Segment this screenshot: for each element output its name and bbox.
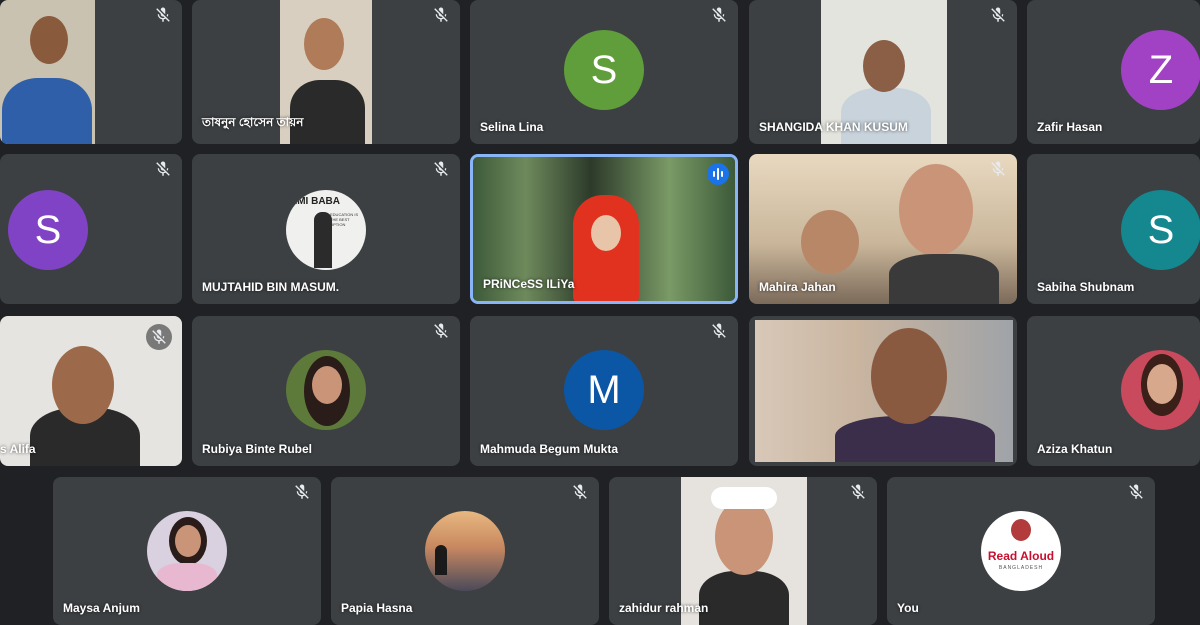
participant-tile[interactable]: Mahira Jahan <box>749 154 1017 304</box>
participant-name: তাষনুন হোসেন তায়ন <box>202 115 304 129</box>
participant-figure <box>711 487 777 509</box>
profile-photo <box>286 350 366 430</box>
participant-figure <box>899 164 973 256</box>
avatar: Z <box>1121 30 1200 110</box>
participant-tile[interactable]: Z Zafir Hasan <box>1027 0 1200 144</box>
participant-tile[interactable]: S Selina Lina <box>470 0 738 144</box>
participant-figure <box>52 346 114 424</box>
participant-figure <box>290 80 365 144</box>
participant-figure <box>841 88 931 144</box>
participant-name: Rubiya Binte Rubel <box>202 442 313 456</box>
mic-off-icon <box>1129 484 1143 499</box>
participant-name: Papia Hasna <box>341 601 413 615</box>
participant-figure <box>312 366 342 404</box>
participant-figure <box>715 499 773 575</box>
participant-tile[interactable]: S <box>0 154 182 304</box>
mic-off-icon <box>156 7 170 22</box>
participant-figure <box>699 571 789 625</box>
logo-subtext: BANGLADESH <box>998 565 1044 571</box>
mic-off-icon <box>991 161 1005 176</box>
participant-figure <box>435 545 447 575</box>
avatar: M <box>564 350 644 430</box>
participant-tile[interactable]: Rubiya Binte Rubel <box>192 316 460 466</box>
participant-tile[interactable]: তাষনুন হোসেন তায়ন <box>192 0 460 144</box>
profile-photo: AMI BABA EDUCATION IS THE BEST OPTION <box>286 190 366 270</box>
avatar: S <box>8 190 88 270</box>
mic-off-icon <box>156 161 170 176</box>
mic-off-icon <box>434 323 448 338</box>
participant-tile[interactable]: SHANGIDA KHAN KUSUM <box>749 0 1017 144</box>
participant-name: SHANGIDA KHAN KUSUM <box>759 120 908 134</box>
participant-figure <box>889 254 999 304</box>
participant-tile[interactable]: s Alifa <box>0 316 182 466</box>
participant-video <box>0 0 95 144</box>
participant-name: Maysa Anjum <box>63 601 140 615</box>
participant-tile-self[interactable]: Read Aloud BANGLADESH You <box>887 477 1155 625</box>
audio-level-icon <box>707 163 729 185</box>
participant-name: zahidur rahman <box>619 601 709 615</box>
participant-tile[interactable]: zahidur rahman <box>609 477 877 625</box>
mic-off-icon <box>434 7 448 22</box>
mic-off-icon <box>146 324 172 350</box>
participant-video <box>755 320 1013 462</box>
avatar: S <box>1121 190 1200 270</box>
mic-off-icon <box>712 323 726 338</box>
participant-figure <box>1147 364 1177 404</box>
logo-text: Read Aloud <box>987 549 1055 563</box>
participant-name: PRiNCeSS ILiYa <box>483 277 575 291</box>
participant-figure <box>314 212 332 268</box>
participant-figure <box>591 215 621 251</box>
mic-off-icon <box>991 7 1005 22</box>
mic-off-icon <box>851 484 865 499</box>
participant-tile[interactable]: Papia Hasna <box>331 477 599 625</box>
participant-figure <box>2 78 92 144</box>
participant-name: s Alifa <box>0 442 36 456</box>
participant-figure <box>157 563 217 591</box>
profile-photo <box>425 511 505 591</box>
participant-figure <box>175 525 201 557</box>
participant-tile[interactable] <box>0 0 182 144</box>
read-aloud-logo: Read Aloud BANGLADESH <box>981 511 1061 591</box>
participant-tile[interactable] <box>749 316 1017 466</box>
participant-figure <box>871 328 947 424</box>
participant-figure <box>801 210 859 274</box>
profile-photo-text: AMI BABA <box>290 196 340 207</box>
participant-tile[interactable]: S Sabiha Shubnam <box>1027 154 1200 304</box>
avatar: S <box>564 30 644 110</box>
profile-photo <box>147 511 227 591</box>
mic-off-icon <box>434 161 448 176</box>
participant-tile[interactable]: Aziza Khatun <box>1027 316 1200 466</box>
participant-figure <box>304 18 344 70</box>
profile-photo <box>1121 350 1200 430</box>
participant-name: Aziza Khatun <box>1037 442 1113 456</box>
mic-off-icon <box>712 7 726 22</box>
participant-name: Sabiha Shubnam <box>1037 280 1135 294</box>
participant-name: Selina Lina <box>480 120 544 134</box>
mic-off-icon <box>573 484 587 499</box>
logo-mascot <box>1011 519 1031 541</box>
participant-name: You <box>897 601 919 615</box>
participant-name: Mahira Jahan <box>759 280 836 294</box>
participant-figure <box>863 40 905 92</box>
participant-tile[interactable]: AMI BABA EDUCATION IS THE BEST OPTION MU… <box>192 154 460 304</box>
participant-figure <box>30 16 68 64</box>
participant-tile[interactable]: Maysa Anjum <box>53 477 321 625</box>
participant-tile-speaking[interactable]: PRiNCeSS ILiYa <box>470 154 738 304</box>
participant-name: MUJTAHID BIN MASUM. <box>202 280 340 294</box>
participant-name: Zafir Hasan <box>1037 120 1103 134</box>
participant-tile[interactable]: M Mahmuda Begum Mukta <box>470 316 738 466</box>
mic-off-icon <box>295 484 309 499</box>
participant-name: Mahmuda Begum Mukta <box>480 442 619 456</box>
profile-photo-caption: EDUCATION IS THE BEST OPTION <box>330 212 359 227</box>
